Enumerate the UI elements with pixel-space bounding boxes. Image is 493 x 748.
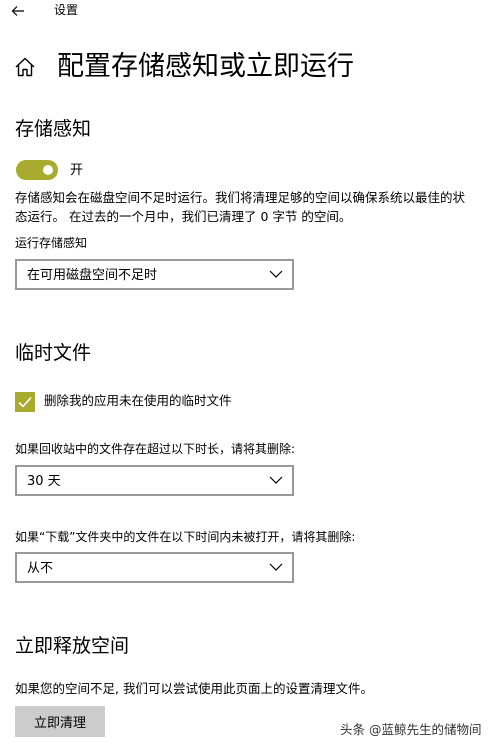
storage-sense-description: 存储感知会在磁盘空间不足时运行。我们将清理足够的空间以确保系统以最佳的状态运行。… [15,190,466,224]
back-button[interactable] [4,0,32,22]
recycle-bin-label: 如果回收站中的文件存在超过以下时长，请将其删除: [15,442,296,456]
chevron-down-icon [269,563,283,571]
run-storage-sense-dropdown[interactable]: 在可用磁盘空间不足时 [15,259,294,290]
chevron-down-icon [269,476,283,484]
toggle-knob [43,165,53,175]
free-space-heading: 立即释放空间 [15,635,130,657]
temp-files-heading: 临时文件 [15,342,92,364]
free-space-description: 如果您的空间不足, 我们可以尝试使用此页面上的设置清理文件。 [15,681,373,696]
downloads-dropdown[interactable]: 从不 [15,552,294,583]
home-icon[interactable] [14,56,36,78]
dropdown-selected-value: 从不 [27,561,54,576]
clean-now-button[interactable]: 立即清理 [15,706,105,737]
downloads-label: 如果“下载”文件夹中的文件在以下时间内未被打开，请将其删除: [15,530,356,544]
storage-sense-toggle[interactable] [16,160,58,180]
dropdown-selected-value: 30 天 [27,474,61,489]
storage-sense-heading: 存储感知 [15,118,92,140]
watermark: 头条 @蓝鲸先生的储物间 [340,722,482,737]
toggle-state-label: 开 [70,163,84,178]
window-title: 设置 [54,3,79,17]
delete-temp-files-label: 删除我的应用未在使用的临时文件 [44,393,232,408]
run-storage-sense-label: 运行存储感知 [15,236,88,250]
checkmark-icon [18,396,32,408]
dropdown-selected-value: 在可用磁盘空间不足时 [27,268,158,283]
recycle-bin-dropdown[interactable]: 30 天 [15,465,294,496]
back-arrow-icon [11,6,24,16]
chevron-down-icon [269,270,283,278]
delete-temp-files-checkbox[interactable] [15,392,35,412]
page-title: 配置存储感知或立即运行 [57,51,354,82]
